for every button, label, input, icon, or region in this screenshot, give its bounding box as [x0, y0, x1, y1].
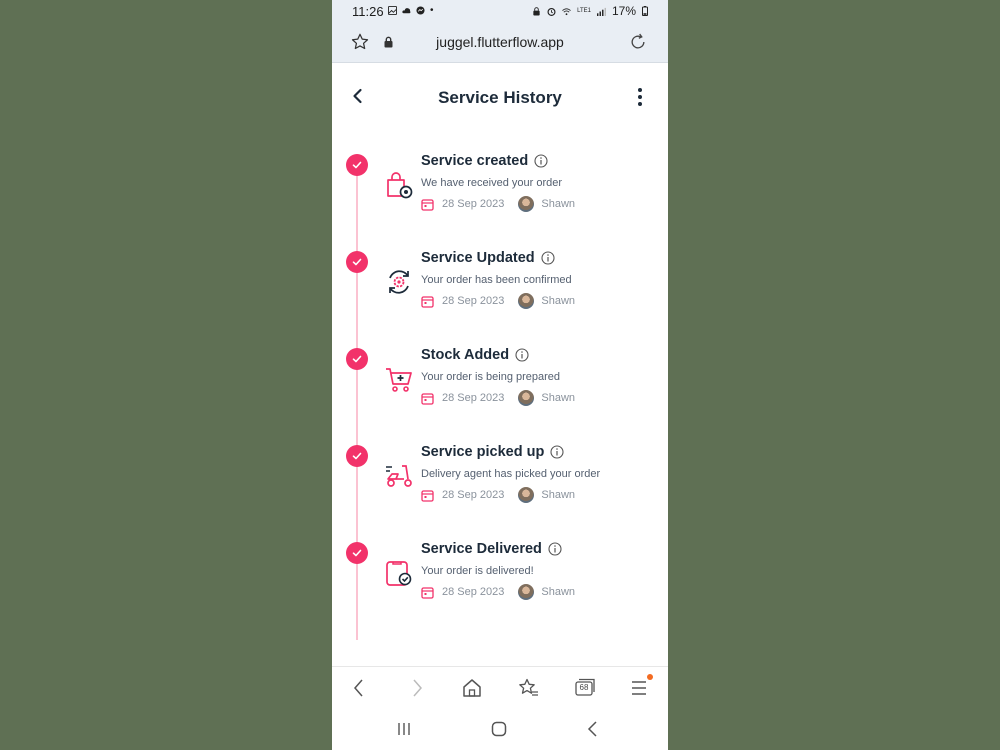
battery-icon: [642, 6, 648, 16]
event-title: Service Delivered: [421, 541, 542, 557]
event-description: Delivery agent has picked your order: [421, 468, 601, 480]
browser-bottom-bar: 68: [332, 666, 668, 711]
timeline-event: Stock Added Your order is being prepared…: [332, 347, 668, 444]
timeline-event: Service Delivered Your order is delivere…: [332, 541, 668, 638]
check-circle-icon: [346, 154, 368, 176]
hamburger-menu-icon: [632, 681, 646, 695]
phone-screen: 11:26 • LTE1 17% juggel.flutterflow.app …: [332, 0, 668, 750]
system-back-icon[interactable]: [585, 720, 601, 738]
info-icon[interactable]: [541, 251, 555, 265]
avatar: [518, 487, 535, 503]
browser-menu-button[interactable]: [629, 674, 653, 699]
timeline-event: Service created We have received your or…: [332, 153, 668, 250]
browser-url-bar: juggel.flutterflow.app: [332, 24, 668, 63]
event-user: Shawn: [541, 392, 576, 404]
reload-icon[interactable]: [628, 32, 648, 52]
notification-badge: [647, 674, 653, 680]
event-date: 28 Sep 2023: [442, 489, 505, 501]
event-description: We have received your order: [421, 177, 563, 189]
event-description: Your order is being prepared: [421, 371, 561, 383]
event-date: 28 Sep 2023: [442, 295, 505, 307]
lock-status-icon: [533, 6, 540, 16]
event-user: Shawn: [541, 586, 576, 598]
alarm-icon: [547, 7, 556, 16]
signal-icon: [596, 7, 606, 16]
check-circle-icon: [346, 542, 368, 564]
more-vertical-icon[interactable]: [630, 86, 650, 108]
event-date: 28 Sep 2023: [442, 198, 505, 210]
messenger-icon: [416, 6, 425, 15]
wifi-icon: [562, 7, 571, 15]
home-icon[interactable]: [461, 677, 483, 699]
calendar-icon: [421, 392, 434, 405]
system-home-icon[interactable]: [490, 720, 508, 738]
notification-dot-icon: •: [430, 5, 434, 16]
event-title: Service created: [421, 153, 529, 169]
calendar-icon: [421, 586, 434, 599]
network-type: LTE1: [577, 8, 591, 14]
system-navigation-bar: [332, 710, 668, 750]
bookmarks-icon[interactable]: [517, 677, 539, 699]
tabs-button[interactable]: 68: [573, 677, 597, 699]
browser-forward-icon[interactable]: [406, 677, 428, 699]
info-icon[interactable]: [534, 154, 548, 168]
browser-back-icon[interactable]: [348, 677, 370, 699]
event-description: Your order is delivered!: [421, 565, 534, 577]
event-date: 28 Sep 2023: [442, 392, 505, 404]
event-description: Your order has been confirmed: [421, 274, 572, 286]
avatar: [518, 584, 535, 600]
event-date: 28 Sep 2023: [442, 586, 505, 598]
recent-apps-icon[interactable]: [396, 720, 412, 738]
event-user: Shawn: [541, 198, 576, 210]
check-circle-icon: [346, 251, 368, 273]
check-circle-icon: [346, 348, 368, 370]
app-header: Service History: [332, 62, 668, 132]
battery-level: 17%: [611, 4, 636, 18]
avatar: [518, 196, 535, 212]
check-circle-icon: [346, 445, 368, 467]
page-title: Service History: [438, 88, 562, 107]
event-title: Service Updated: [421, 250, 535, 266]
cart-plus-icon: [386, 368, 412, 392]
gallery-icon: [388, 6, 397, 15]
info-icon[interactable]: [515, 348, 529, 362]
calendar-icon: [421, 295, 434, 308]
calendar-icon: [421, 489, 434, 502]
cloud-icon: [402, 8, 411, 14]
avatar: [518, 390, 535, 406]
avatar: [518, 293, 535, 309]
timeline-event: Service Updated Your order has been conf…: [332, 250, 668, 347]
event-title: Stock Added: [421, 347, 510, 363]
url-text[interactable]: juggel.flutterflow.app: [332, 34, 668, 50]
calendar-icon: [421, 198, 434, 211]
timeline-event: Service picked up Delivery agent has pic…: [332, 444, 668, 541]
event-user: Shawn: [541, 295, 576, 307]
shopping-bag-gear-icon: [387, 172, 413, 199]
scooter-icon: [386, 465, 412, 487]
event-user: Shawn: [541, 489, 576, 501]
status-time: 11:26: [352, 4, 384, 19]
info-icon[interactable]: [548, 542, 562, 556]
clipboard-check-icon: [386, 561, 412, 586]
status-bar: 11:26 • LTE1 17%: [332, 0, 668, 24]
tab-count: 68: [579, 683, 589, 692]
gear-refresh-icon: [389, 270, 409, 294]
event-title: Service picked up: [421, 444, 545, 460]
info-icon[interactable]: [550, 445, 564, 459]
